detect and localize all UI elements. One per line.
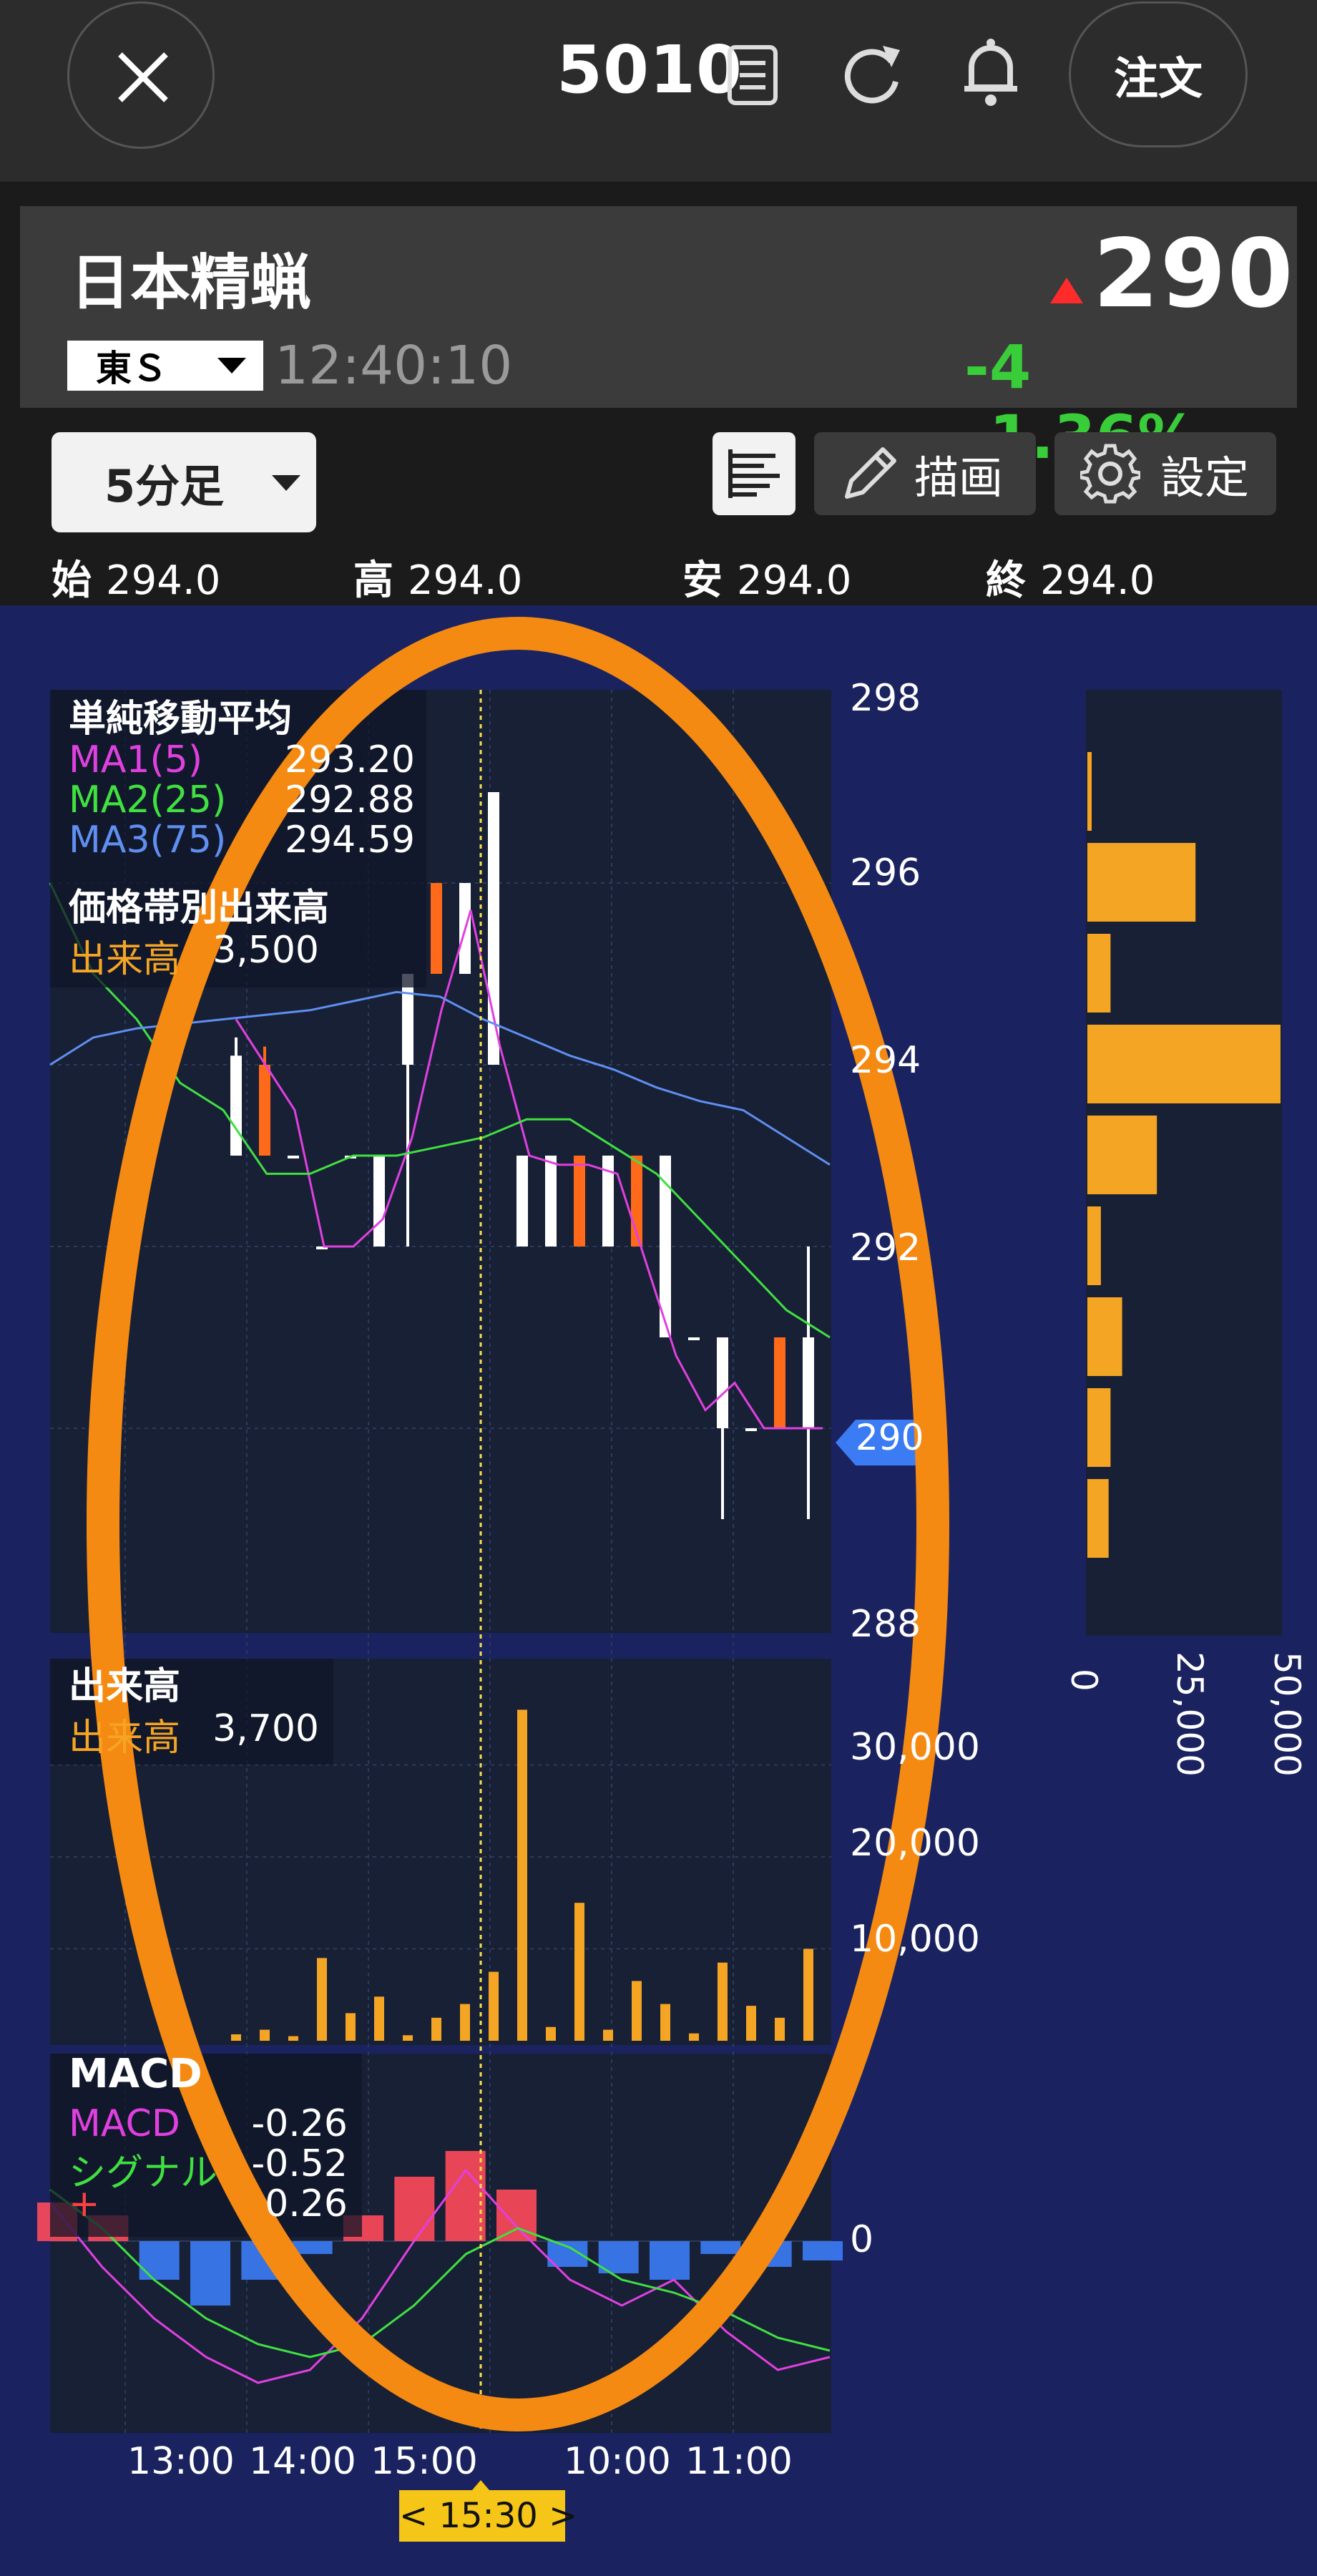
candle-body bbox=[402, 974, 413, 1065]
candle-body bbox=[516, 1156, 528, 1246]
x-tick-1300: 13:00 bbox=[127, 2440, 235, 2483]
candle-body bbox=[574, 1156, 585, 1246]
volume-bar bbox=[546, 2026, 556, 2041]
candle-body bbox=[431, 883, 442, 974]
volume-profile-bar bbox=[1087, 752, 1092, 831]
volume-bar bbox=[660, 2004, 670, 2041]
vp-axis-50000: 50,000 bbox=[1266, 1652, 1308, 1777]
candle-body bbox=[373, 1156, 385, 1246]
y-tick-292: 292 bbox=[850, 1226, 921, 1269]
macd-zero-label: 0 bbox=[850, 2218, 874, 2261]
volume-profile-bar bbox=[1087, 1206, 1101, 1285]
volume-bar bbox=[603, 2029, 613, 2041]
vp-axis-25000: 25,000 bbox=[1169, 1652, 1210, 1777]
vol-tick-30000: 30,000 bbox=[850, 1726, 980, 1769]
volume-bar bbox=[489, 1971, 499, 2041]
candle-body bbox=[717, 1337, 728, 1428]
vp-value: 3,500 bbox=[212, 929, 319, 972]
vp-label: 出来高 bbox=[69, 938, 181, 981]
vp-axis-0: 0 bbox=[1063, 1669, 1105, 1692]
volume-profile-bar bbox=[1087, 1025, 1281, 1103]
vol-tick-20000: 20,000 bbox=[850, 1822, 980, 1865]
volume-bar bbox=[346, 2013, 356, 2041]
volume-bar bbox=[746, 2006, 756, 2041]
volume-bar bbox=[431, 2017, 441, 2041]
y-tick-296: 296 bbox=[850, 852, 921, 894]
volume-bar bbox=[775, 2017, 785, 2041]
x-tick-1400: 14:00 bbox=[249, 2440, 356, 2483]
volume-profile-bar bbox=[1087, 1479, 1109, 1558]
candle-body bbox=[545, 1156, 557, 1246]
macd-hist-bar bbox=[700, 2241, 741, 2254]
y-tick-298: 298 bbox=[850, 677, 921, 720]
candle-body bbox=[259, 1065, 270, 1156]
macd-hist-bar bbox=[803, 2241, 843, 2260]
volume-bar bbox=[803, 1948, 813, 2041]
volume-bar bbox=[574, 1903, 584, 2041]
macd-hist-bar bbox=[445, 2151, 486, 2241]
volume-bar bbox=[689, 2033, 699, 2041]
y-tick-288: 288 bbox=[850, 1603, 921, 1646]
volume-title: 出来高 bbox=[69, 1665, 181, 1708]
candle-body bbox=[288, 1156, 299, 1158]
macd-label: MACD bbox=[69, 2102, 180, 2145]
current-price-tag-label: 290 bbox=[856, 1417, 924, 1458]
macd-hist-bar bbox=[190, 2241, 230, 2306]
volume-bar bbox=[260, 2029, 270, 2041]
y-tick-294: 294 bbox=[850, 1039, 921, 1082]
vol-tick-10000: 10,000 bbox=[850, 1918, 980, 1961]
macd-hist-bar bbox=[650, 2241, 690, 2280]
volume-bar bbox=[288, 2036, 298, 2041]
volume-profile-bar bbox=[1087, 1388, 1111, 1467]
ma1-label: MA1(5) bbox=[69, 738, 203, 781]
volume-label: 出来高 bbox=[69, 1717, 181, 1760]
volume-bar bbox=[718, 1962, 728, 2041]
macd-title: MACD bbox=[69, 2051, 202, 2097]
candle-body bbox=[774, 1337, 785, 1428]
volume-bar bbox=[517, 1709, 527, 2041]
volume-profile-bar bbox=[1087, 1297, 1122, 1376]
volume-bar bbox=[632, 1981, 642, 2041]
volume-bar bbox=[403, 2035, 413, 2041]
candle-body bbox=[745, 1428, 757, 1431]
hist-value: 0.26 bbox=[265, 2182, 348, 2225]
volume-bar bbox=[460, 2004, 470, 2041]
macd-value: -0.26 bbox=[251, 2102, 348, 2145]
x-tick-1000: 10:00 bbox=[564, 2440, 671, 2483]
volume-bar bbox=[231, 2034, 241, 2041]
ma2-value: 292.88 bbox=[285, 779, 415, 821]
ma2-label: MA2(25) bbox=[69, 779, 227, 821]
ma3-value: 294.59 bbox=[285, 819, 415, 862]
volume-bar bbox=[317, 1958, 327, 2041]
cursor-time-label[interactable]: < 15:30 > bbox=[399, 2496, 577, 2536]
volume-bar bbox=[374, 1996, 384, 2041]
hist-label: + bbox=[69, 2182, 100, 2225]
volume-profile-bar bbox=[1087, 934, 1111, 1013]
volume-value: 3,700 bbox=[212, 1707, 319, 1750]
macd-hist-bar bbox=[139, 2241, 180, 2280]
candle-body bbox=[230, 1055, 242, 1156]
signal-value: -0.52 bbox=[251, 2142, 348, 2185]
ma1-value: 293.20 bbox=[285, 738, 415, 781]
ma-title: 単純移動平均 bbox=[69, 698, 293, 741]
macd-hist-bar bbox=[394, 2177, 435, 2241]
x-tick-1500: 15:00 bbox=[371, 2440, 478, 2483]
volume-profile-bar bbox=[1087, 843, 1196, 922]
volume-profile-bar bbox=[1087, 1116, 1157, 1194]
candle-body bbox=[688, 1337, 700, 1340]
vp-title: 価格帯別出来高 bbox=[69, 887, 330, 930]
ma3-label: MA3(75) bbox=[69, 819, 227, 862]
x-tick-1100: 11:00 bbox=[685, 2440, 793, 2483]
candle-body bbox=[803, 1337, 814, 1428]
